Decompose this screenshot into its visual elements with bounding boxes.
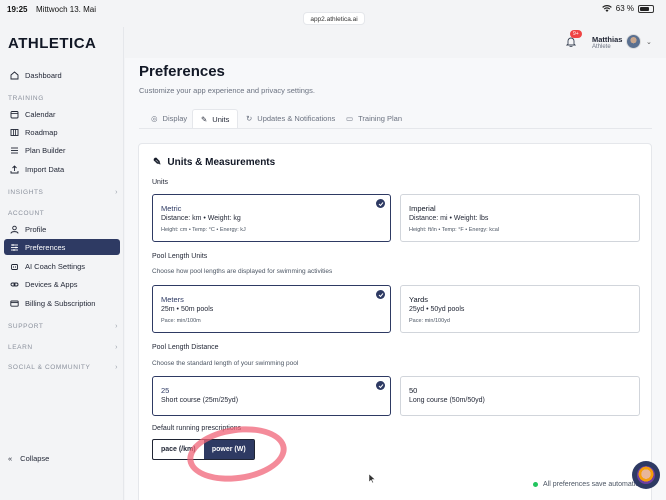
check-icon [376, 199, 385, 208]
pool-units-label: Pool Length Units [152, 253, 208, 260]
wifi-icon [601, 4, 612, 12]
ruler-icon: ✎ [201, 114, 208, 124]
calendar-icon: ▭ [346, 114, 354, 123]
tab-training-plan[interactable]: ▭ Training Plan [338, 109, 410, 128]
tab-bar: ◎ Display ✎ Units ↻ Updates & Notificati… [139, 109, 652, 129]
user-name: Matthias [592, 35, 623, 44]
robot-icon [10, 262, 19, 271]
credit-card-icon [10, 299, 19, 308]
status-bar: 19:25 Mittwoch 13. Mai app2.athletica.ai… [0, 0, 666, 27]
sidebar-item-dashboard[interactable]: Dashboard [4, 67, 120, 83]
sliders-icon [10, 243, 19, 252]
dashboard-icon [10, 70, 19, 80]
notification-badge: 9+ [570, 30, 582, 38]
list-icon [10, 146, 19, 155]
upload-icon [10, 164, 19, 174]
battery-icon [638, 4, 654, 13]
page-title: Preferences [139, 63, 225, 80]
refresh-icon: ↻ [246, 114, 253, 123]
user-role: Athlete [592, 44, 611, 50]
user-icon [10, 225, 19, 234]
sidebar-item-label: Preferences [25, 242, 66, 252]
page-subtitle: Customize your app experience and privac… [139, 86, 315, 95]
chevron-down-icon[interactable]: ⌄ [646, 38, 652, 46]
sidebar-item-label: Roadmap [25, 127, 58, 137]
power-button[interactable]: power (W) [203, 440, 254, 459]
option-imperial[interactable]: Imperial Distance: mi • Weight: lbs Heig… [400, 194, 640, 242]
pool-units-desc: Choose how pool lengths are displayed fo… [152, 268, 333, 275]
collapse-button[interactable]: « Collapse [8, 454, 49, 463]
sidebar-item-plan-builder[interactable]: Plan Builder [4, 142, 120, 158]
url-bar[interactable]: app2.athletica.ai [303, 12, 365, 25]
cursor-icon [368, 473, 376, 484]
status-time: 19:25 [7, 5, 28, 14]
battery-percent: 63 % [615, 4, 634, 13]
sidebar-item-profile[interactable]: Profile [4, 221, 120, 237]
section-insights[interactable]: INSIGHTS › [8, 189, 118, 196]
sidebar-item-label: Billing & Subscription [25, 298, 96, 308]
sidebar-item-roadmap[interactable]: Roadmap [4, 124, 120, 140]
sidebar-item-import-data[interactable]: Import Data [4, 161, 120, 177]
section-learn[interactable]: LEARN › [8, 344, 118, 351]
option-meters[interactable]: Meters 25m • 50m pools Pace: min/100m [152, 285, 391, 333]
calendar-icon [10, 110, 19, 119]
option-short-course[interactable]: 25 Short course (25m/25yd) [152, 376, 391, 416]
sidebar-item-label: Import Data [25, 164, 65, 174]
avatar[interactable] [626, 34, 641, 49]
option-yards[interactable]: Yards 25yd • 50yd pools Pace: min/100yd [400, 285, 640, 333]
status-right: 63 % [601, 4, 654, 13]
sidebar-item-label: AI Coach Settings [25, 261, 86, 271]
running-prescription-toggle: pace (/km) power (W) [152, 439, 255, 460]
sidebar-item-ai-coach-settings[interactable]: AI Coach Settings [4, 258, 120, 274]
section-support[interactable]: SUPPORT › [8, 323, 118, 330]
section-social[interactable]: SOCIAL & COMMUNITY › [8, 364, 118, 371]
sidebar-item-label: Calendar [25, 109, 56, 119]
units-card: ✎ Units & Measurements Units Metric Dist… [138, 143, 652, 500]
collapse-icon: « [8, 454, 13, 463]
user-menu[interactable]: 9+ Matthias Athlete ⌄ [560, 28, 666, 58]
status-date: Mittwoch 13. Mai [36, 5, 97, 14]
section-account[interactable]: ACCOUNT [8, 210, 118, 217]
check-icon [376, 381, 385, 390]
sidebar-item-preferences[interactable]: Preferences [4, 239, 120, 255]
ai-coach-button[interactable] [632, 461, 660, 489]
sidebar-item-billing[interactable]: Billing & Subscription [4, 295, 120, 311]
chevron-right-icon: › [115, 364, 118, 371]
pool-distance-desc: Choose the standard length of your swimm… [152, 360, 299, 367]
autosave-status: All preferences save automatically [533, 481, 649, 488]
pool-distance-label: Pool Length Distance [152, 344, 219, 351]
ruler-icon: ✎ [153, 157, 162, 168]
map-icon [10, 128, 19, 137]
chevron-right-icon: › [115, 323, 118, 330]
tab-updates-notifications[interactable]: ↻ Updates & Notifications [238, 109, 343, 128]
status-dot [533, 482, 538, 487]
main-content: Preferences Customize your app experienc… [125, 58, 666, 500]
pace-button[interactable]: pace (/km) [153, 440, 204, 459]
app-logo[interactable]: ATHLETICA [8, 35, 96, 52]
sidebar-item-label: Devices & Apps [25, 279, 78, 289]
sidebar: ATHLETICA Dashboard TRAINING Calendar Ro… [0, 27, 124, 500]
sidebar-item-devices-apps[interactable]: Devices & Apps [4, 276, 120, 292]
card-title: ✎ Units & Measurements [153, 157, 276, 168]
tab-units[interactable]: ✎ Units [192, 109, 239, 128]
running-label: Default running prescriptions [152, 425, 242, 432]
coach-avatar-icon [637, 466, 655, 484]
sidebar-item-label: Plan Builder [25, 145, 66, 155]
tab-display[interactable]: ◎ Display [143, 109, 195, 128]
check-icon [376, 290, 385, 299]
sidebar-item-label: Profile [25, 224, 47, 234]
units-label: Units [152, 179, 168, 186]
section-training[interactable]: TRAINING [8, 95, 118, 102]
sidebar-item-label: Dashboard [25, 70, 62, 80]
chevron-right-icon: › [115, 189, 118, 196]
chevron-right-icon: › [115, 344, 118, 351]
sidebar-item-calendar[interactable]: Calendar [4, 106, 120, 122]
link-icon [10, 280, 19, 289]
display-icon: ◎ [151, 114, 158, 123]
option-long-course[interactable]: 50 Long course (50m/50yd) [400, 376, 640, 416]
option-metric[interactable]: Metric Distance: km • Weight: kg Height:… [152, 194, 391, 242]
